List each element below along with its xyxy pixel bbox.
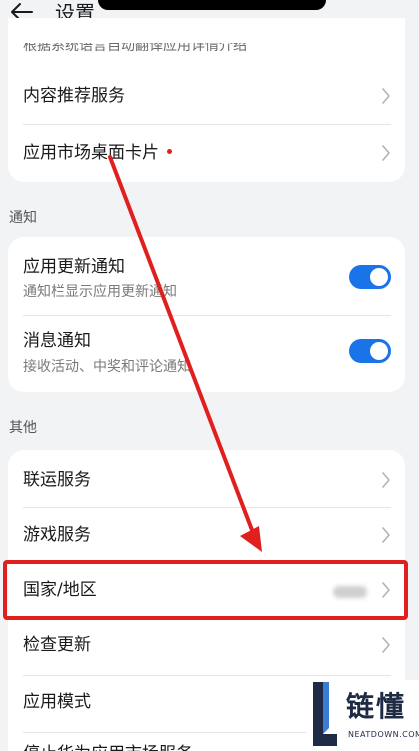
row-subtitle: 接收活动、中奖和评论通知 xyxy=(23,359,191,375)
row-label: 停止华为应用市场服务 xyxy=(23,743,193,751)
auto-translate-desc: 根据系统语言自动翻译应用详情介绍 xyxy=(23,38,247,54)
row-label: 联运服务 xyxy=(23,470,91,490)
row-joint-operation[interactable]: 联运服务 xyxy=(8,450,405,507)
watermark-logo: 链懂 NEATDOWN.COM xyxy=(306,680,419,751)
row-check-update[interactable]: 检查更新 xyxy=(8,619,405,675)
row-desktop-card[interactable]: 应用市场桌面卡片 xyxy=(8,124,405,182)
chevron-right-icon xyxy=(382,527,390,543)
row-auto-translate[interactable]: 根据系统语言自动翻译应用详情介绍 xyxy=(8,18,405,68)
row-label: 游戏服务 xyxy=(23,525,91,545)
chevron-right-icon xyxy=(382,472,390,488)
row-label: 检查更新 xyxy=(23,635,91,655)
row-label: 消息通知 xyxy=(23,331,91,351)
row-subtitle: 通知栏显示应用更新通知 xyxy=(23,284,177,300)
chevron-right-icon xyxy=(382,582,390,598)
row-label-text: 应用市场桌面卡片 xyxy=(23,143,159,163)
row-label: 应用市场桌面卡片 xyxy=(23,142,172,164)
row-content-recommend[interactable]: 内容推荐服务 xyxy=(8,68,405,124)
watermark-text: 链懂 xyxy=(346,690,407,723)
row-update-notify[interactable]: 应用更新通知 通知栏显示应用更新通知 xyxy=(8,237,405,315)
watermark-subtext: NEATDOWN.COM xyxy=(348,730,419,739)
row-label: 内容推荐服务 xyxy=(23,86,125,106)
section-title-notification: 通知 xyxy=(9,210,37,226)
chevron-right-icon xyxy=(382,637,390,653)
row-message-notify[interactable]: 消息通知 接收活动、中奖和评论通知 xyxy=(8,315,405,392)
row-label: 应用更新通知 xyxy=(23,257,125,277)
row-game-service[interactable]: 游戏服务 xyxy=(8,507,405,563)
update-notify-toggle[interactable] xyxy=(349,265,391,289)
row-label: 应用模式 xyxy=(23,692,91,712)
chevron-right-icon xyxy=(382,88,390,104)
chevron-right-icon xyxy=(382,145,390,161)
country-value-blurred xyxy=(333,586,367,598)
section-title-other: 其他 xyxy=(9,420,37,436)
card-notification: 应用更新通知 通知栏显示应用更新通知 消息通知 接收活动、中奖和评论通知 xyxy=(8,237,405,392)
row-label: 国家/地区 xyxy=(23,580,97,600)
watermark-l-icon xyxy=(313,682,337,746)
row-country-region[interactable]: 国家/地区 xyxy=(8,563,405,619)
toggle-knob xyxy=(370,342,388,360)
toggle-knob xyxy=(370,268,388,286)
card-general: 根据系统语言自动翻译应用详情介绍 内容推荐服务 应用市场桌面卡片 xyxy=(8,18,405,182)
red-dot-badge xyxy=(167,148,172,154)
message-notify-toggle[interactable] xyxy=(349,339,391,363)
